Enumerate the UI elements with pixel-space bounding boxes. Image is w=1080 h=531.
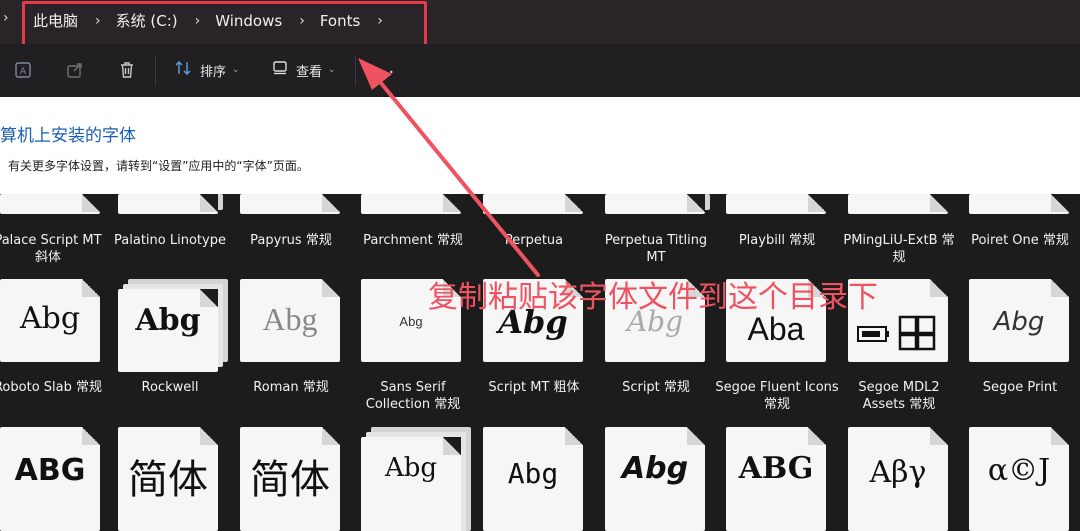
highlight-box <box>22 1 427 49</box>
font-file[interactable]: 简体 <box>240 427 340 531</box>
font-file[interactable]: Abg <box>605 427 705 531</box>
trash-icon[interactable] <box>117 60 137 80</box>
font-file[interactable]: α©J <box>969 427 1069 531</box>
font-file[interactable] <box>848 194 948 214</box>
font-label: Perpetua Titling MT <box>604 233 708 265</box>
font-label: Palatino Linotype <box>114 233 226 248</box>
font-label: Script MT 粗体 <box>488 380 580 395</box>
font-label: Parchment 常规 <box>363 233 463 248</box>
font-sample: Abg <box>507 457 559 490</box>
page-header: 算机上安装的字体 有关更多字体设置，请转到“设置”应用中的“字体”页面。 <box>0 97 1080 194</box>
ai-icon[interactable]: A <box>13 60 33 80</box>
view-icon <box>272 60 288 80</box>
font-file[interactable]: ABG <box>0 427 100 531</box>
font-label: Perpetua <box>504 233 564 248</box>
font-sample: Aβγ <box>869 455 927 490</box>
font-label: Palace Script MT 斜体 <box>0 233 102 265</box>
font-file[interactable]: 简体 <box>118 427 218 531</box>
font-file[interactable]: Abg <box>0 279 100 362</box>
font-sample: Abg <box>399 314 423 329</box>
view-button[interactable]: 查看 ⌄ <box>272 60 336 80</box>
font-sample: 简体 <box>128 457 208 503</box>
share-icon[interactable] <box>65 60 85 80</box>
font-sample: Aba <box>747 311 805 347</box>
font-label: Segoe MDL2 Assets 常规 <box>858 380 940 412</box>
font-label: PMingLiU-ExtB 常规 <box>843 233 955 265</box>
font-file[interactable] <box>605 194 705 214</box>
font-label: Poiret One 常规 <box>971 233 1069 248</box>
font-sample: ABG <box>14 453 86 488</box>
sort-button[interactable]: 排序 ⌄ <box>174 60 240 80</box>
font-grid: Palace Script MT 斜体 Palatino Linotype Pa… <box>0 194 1080 531</box>
toolbar-divider <box>155 56 156 86</box>
font-file[interactable] <box>0 194 100 214</box>
font-sample: Abg <box>384 453 438 483</box>
font-label: Papyrus 常规 <box>250 233 332 248</box>
font-file[interactable]: Abg <box>969 279 1069 362</box>
font-sample: Abg <box>262 301 318 337</box>
font-file[interactable] <box>969 194 1069 214</box>
font-file[interactable] <box>361 194 461 214</box>
font-file[interactable] <box>726 194 826 214</box>
sort-label: 排序 <box>200 64 227 80</box>
font-label: Roboto Slab 常规 <box>0 380 102 395</box>
chevron-right-icon[interactable]: › <box>3 10 9 26</box>
font-file[interactable]: Aβγ <box>848 427 948 531</box>
font-sample: 简体 <box>250 457 330 503</box>
font-label: Segoe Print <box>982 380 1058 395</box>
font-sample: ABG <box>738 451 814 486</box>
toolbar: A 排序 ⌄ 查看 ⌄ ··· <box>0 44 1080 97</box>
font-file[interactable]: Abg <box>240 279 340 362</box>
font-label: Rockwell <box>141 380 199 395</box>
chevron-down-icon: ⌄ <box>232 65 240 75</box>
font-sample: Abg <box>135 303 201 338</box>
more-options-icon[interactable]: ··· <box>375 62 395 83</box>
font-file[interactable]: ABG <box>726 427 826 531</box>
font-sample: Abg <box>993 307 1045 337</box>
font-sample: Abg <box>19 301 81 336</box>
settings-hint[interactable]: 有关更多字体设置，请转到“设置”应用中的“字体”页面。 <box>8 157 309 174</box>
svg-text:A: A <box>20 67 27 77</box>
chevron-down-icon: ⌄ <box>328 65 336 75</box>
font-file[interactable]: Abg <box>483 427 583 531</box>
font-label: Playbill 常规 <box>738 233 816 248</box>
font-file[interactable]: Abg <box>361 437 461 531</box>
view-label: 查看 <box>296 64 323 80</box>
annotation-text: 复制粘贴该字体文件到这个目录下 <box>428 280 878 315</box>
font-label: Segoe Fluent Icons 常规 <box>715 380 839 412</box>
font-sample: α©J <box>987 453 1051 488</box>
font-file[interactable]: Abg <box>118 289 218 372</box>
font-label: Script 常规 <box>622 380 690 395</box>
font-label: Roman 常规 <box>253 380 329 395</box>
font-sample: Abg <box>621 451 689 486</box>
font-file[interactable] <box>240 194 340 214</box>
toolbar-divider <box>355 56 356 86</box>
address-bar[interactable]: › 此电脑 › 系统 (C:) › Windows › Fonts › <box>0 0 1080 49</box>
font-label: Sans Serif Collection 常规 <box>365 380 461 412</box>
font-file[interactable] <box>483 194 583 214</box>
page-title: 算机上安装的字体 <box>0 126 136 146</box>
sort-icon <box>174 60 192 80</box>
font-file[interactable] <box>118 194 218 214</box>
